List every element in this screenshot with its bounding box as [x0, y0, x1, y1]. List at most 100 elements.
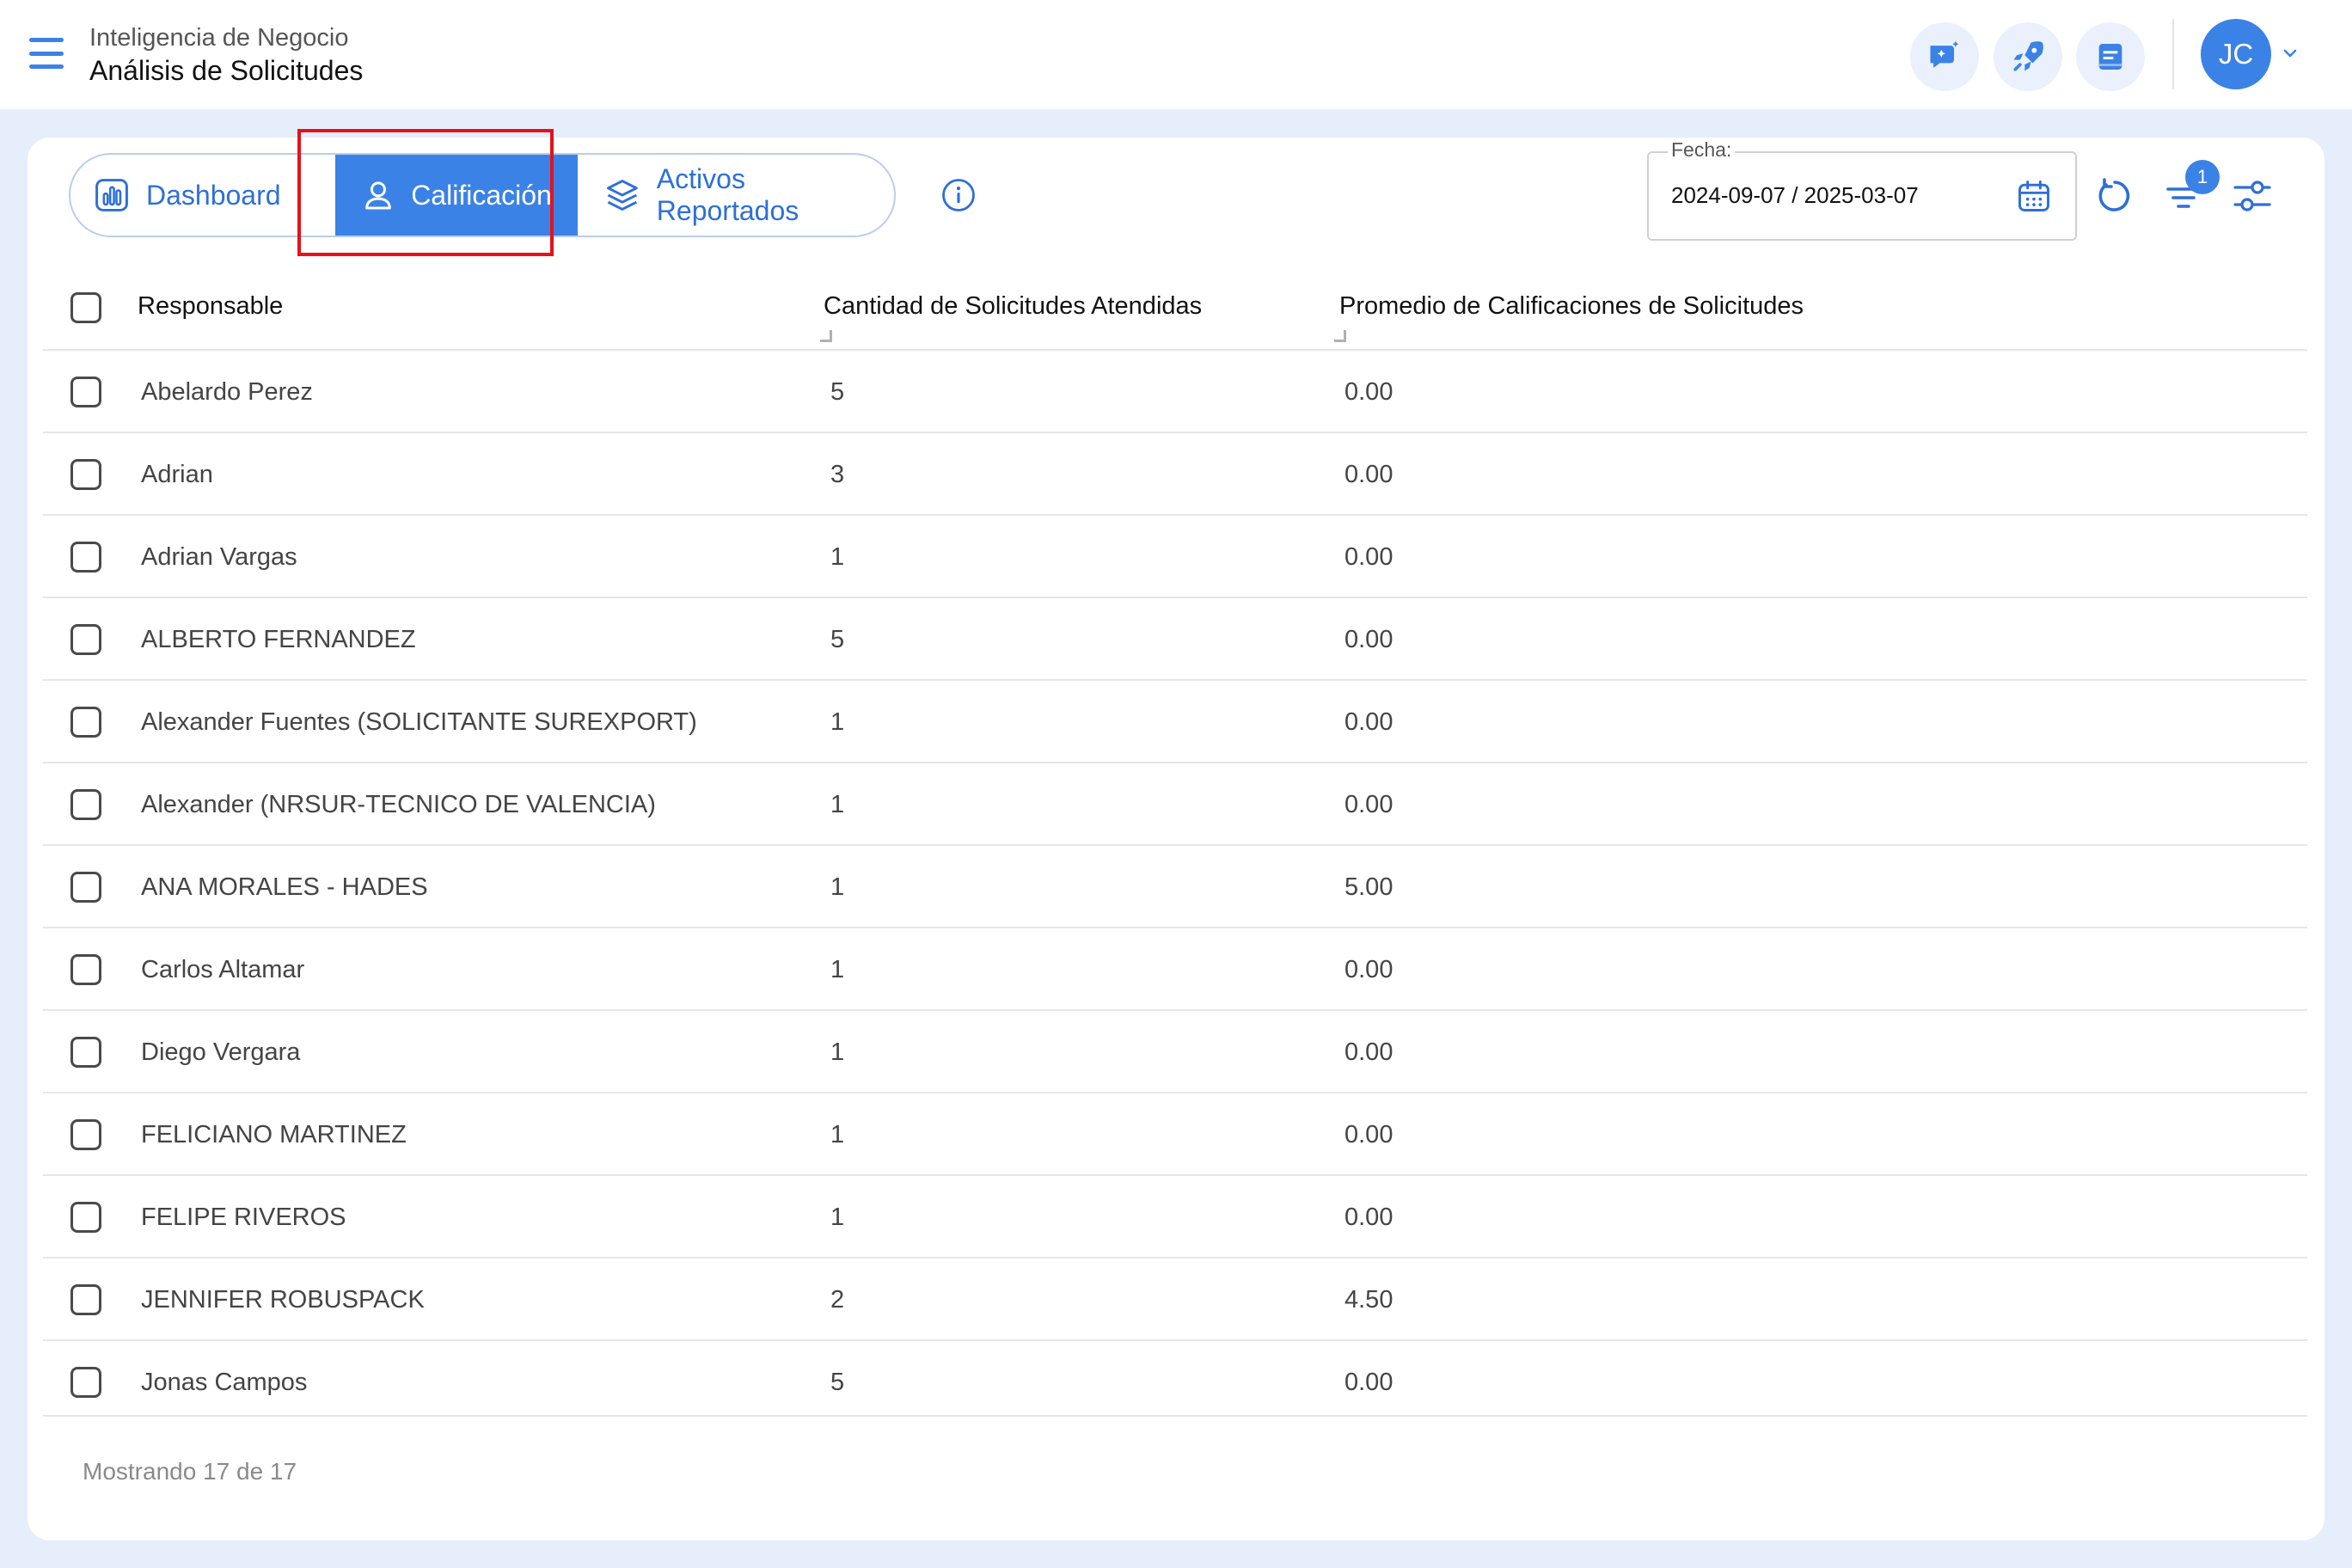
responsable-cell: FELICIANO MARTINEZ	[141, 1121, 407, 1148]
table-row[interactable]: Carlos Altamar 1 0.00	[43, 928, 2307, 1011]
rocket-icon[interactable]	[1994, 22, 2062, 91]
cantidad-cell: 5	[830, 1369, 845, 1396]
hamburger-menu-icon[interactable]	[29, 38, 64, 69]
responsable-cell: Alexander (NRSUR-TECNICO DE VALENCIA)	[141, 791, 656, 818]
promedio-cell: 0.00	[1344, 956, 1393, 983]
table-row[interactable]: Adrian Vargas 1 0.00	[43, 516, 2307, 598]
table-row[interactable]: Adrian 3 0.00	[43, 433, 2307, 516]
table-row[interactable]: ANA MORALES - HADES 1 5.00	[43, 846, 2307, 928]
cantidad-cell: 5	[830, 626, 845, 653]
refresh-icon[interactable]	[2094, 175, 2135, 217]
promedio-cell: 0.00	[1344, 378, 1393, 406]
responsable-cell: Diego Vergara	[141, 1038, 301, 1066]
responsable-cell: JENNIFER ROBUSPACK	[141, 1286, 425, 1314]
info-icon[interactable]	[940, 177, 977, 213]
tab-calificacion[interactable]: Calificación	[335, 155, 578, 236]
promedio-cell: 0.00	[1344, 461, 1393, 488]
responsable-cell: ALBERTO FERNANDEZ	[141, 626, 416, 653]
avatar[interactable]: JC	[2201, 19, 2271, 89]
promedio-cell: 0.00	[1344, 708, 1393, 736]
responsable-cell: FELIPE RIVEROS	[141, 1204, 346, 1231]
row-checkbox[interactable]	[70, 1037, 101, 1068]
row-checkbox[interactable]	[70, 1284, 101, 1315]
cantidad-cell: 1	[830, 1204, 845, 1231]
date-range-field[interactable]: Fecha: 2024-09-07 / 2025-03-07	[1647, 138, 2077, 241]
responsable-cell: ANA MORALES - HADES	[141, 873, 428, 901]
table-row[interactable]: Alexander Fuentes (SOLICITANTE SUREXPORT…	[43, 681, 2307, 763]
promedio-cell: 0.00	[1344, 543, 1393, 571]
table-row[interactable]: Alexander (NRSUR-TECNICO DE VALENCIA) 1 …	[43, 763, 2307, 846]
chevron-down-icon[interactable]	[2280, 43, 2300, 64]
cantidad-cell: 1	[830, 1038, 845, 1066]
tab-dashboard[interactable]: Dashboard	[93, 155, 281, 236]
tab-dashboard-label: Dashboard	[146, 179, 281, 211]
promedio-cell: 0.00	[1344, 1038, 1393, 1066]
row-checkbox[interactable]	[70, 377, 101, 407]
promedio-cell: 0.00	[1344, 1121, 1393, 1148]
cantidad-cell: 5	[830, 378, 845, 406]
responsable-cell: Alexander Fuentes (SOLICITANTE SUREXPORT…	[141, 708, 697, 736]
cantidad-cell: 3	[830, 461, 845, 488]
table-row[interactable]: JENNIFER ROBUSPACK 2 4.50	[43, 1259, 2307, 1341]
tab-calificacion-label: Calificación	[411, 179, 552, 211]
responsable-cell: Jonas Campos	[141, 1369, 308, 1396]
row-checkbox[interactable]	[70, 1119, 101, 1150]
date-label: Fecha:	[1668, 138, 1736, 162]
layers-icon	[607, 180, 638, 211]
row-checkbox[interactable]	[70, 1367, 101, 1398]
calendar-icon[interactable]	[2015, 177, 2053, 215]
table-row[interactable]: FELICIANO MARTINEZ 1 0.00	[43, 1093, 2307, 1176]
cantidad-cell: 1	[830, 543, 845, 571]
promedio-cell: 0.00	[1344, 1204, 1393, 1231]
cantidad-cell: 1	[830, 956, 845, 983]
responsable-cell: Abelardo Perez	[141, 378, 313, 406]
column-header-responsable[interactable]: Responsable	[138, 292, 283, 321]
column-header-cantidad[interactable]: Cantidad de Solicitudes Atendidas	[824, 292, 1202, 321]
table-row[interactable]: Diego Vergara 1 0.00	[43, 1011, 2307, 1093]
column-header-promedio[interactable]: Promedio de Calificaciones de Solicitude…	[1339, 292, 1804, 321]
promedio-cell: 0.00	[1344, 1369, 1393, 1396]
promedio-cell: 5.00	[1344, 873, 1393, 901]
row-checkbox[interactable]	[70, 1202, 101, 1233]
row-checkbox[interactable]	[70, 707, 101, 738]
select-all-checkbox[interactable]	[70, 292, 101, 323]
cantidad-cell: 1	[830, 791, 845, 818]
table-row[interactable]: Abelardo Perez 5 0.00	[43, 351, 2307, 433]
view-tabs: Dashboard Calificación Activos Reportado…	[69, 153, 896, 237]
table-row[interactable]: FELIPE RIVEROS 1 0.00	[43, 1176, 2307, 1259]
notes-icon[interactable]	[2076, 22, 2145, 91]
column-resize-handle[interactable]	[820, 330, 832, 342]
promedio-cell: 4.50	[1344, 1286, 1393, 1314]
breadcrumb: Inteligencia de Negocio	[89, 24, 349, 52]
page-title: Análisis de Solicitudes	[89, 55, 364, 86]
row-checkbox[interactable]	[70, 624, 101, 655]
column-resize-handle[interactable]	[1334, 330, 1346, 342]
filter-count-badge: 1	[2185, 160, 2220, 194]
user-icon	[365, 181, 392, 210]
chat-sparkle-icon[interactable]	[1910, 22, 1979, 91]
promedio-cell: 0.00	[1344, 626, 1393, 653]
date-range-value[interactable]: 2024-09-07 / 2025-03-07	[1671, 182, 1919, 209]
row-checkbox[interactable]	[70, 789, 101, 820]
cantidad-cell: 1	[830, 708, 845, 736]
header-divider	[2172, 19, 2174, 89]
row-checkbox[interactable]	[70, 954, 101, 985]
top-header: Inteligencia de Negocio Análisis de Soli…	[0, 0, 2352, 109]
table-header: Responsable Cantidad de Solicitudes Aten…	[43, 265, 2307, 351]
responsable-cell: Carlos Altamar	[141, 956, 305, 983]
row-checkbox[interactable]	[70, 872, 101, 903]
table-row[interactable]: ALBERTO FERNANDEZ 5 0.00	[43, 598, 2307, 681]
cantidad-cell: 1	[830, 873, 845, 901]
cantidad-cell: 2	[830, 1286, 845, 1314]
cantidad-cell: 1	[830, 1121, 845, 1148]
responsable-cell: Adrian	[141, 461, 213, 488]
content-card: Dashboard Calificación Activos Reportado…	[28, 129, 2324, 1540]
tab-activos-label: Activos Reportados	[656, 163, 799, 226]
responsable-cell: Adrian Vargas	[141, 543, 297, 571]
settings-sliders-icon[interactable]	[2232, 175, 2273, 217]
pagination-summary: Mostrando 17 de 17	[83, 1458, 297, 1485]
row-checkbox[interactable]	[70, 542, 101, 573]
table-row[interactable]: Jonas Campos 5 0.00	[43, 1341, 2307, 1417]
tab-activos-reportados[interactable]: Activos Reportados	[603, 155, 894, 236]
row-checkbox[interactable]	[70, 459, 101, 490]
